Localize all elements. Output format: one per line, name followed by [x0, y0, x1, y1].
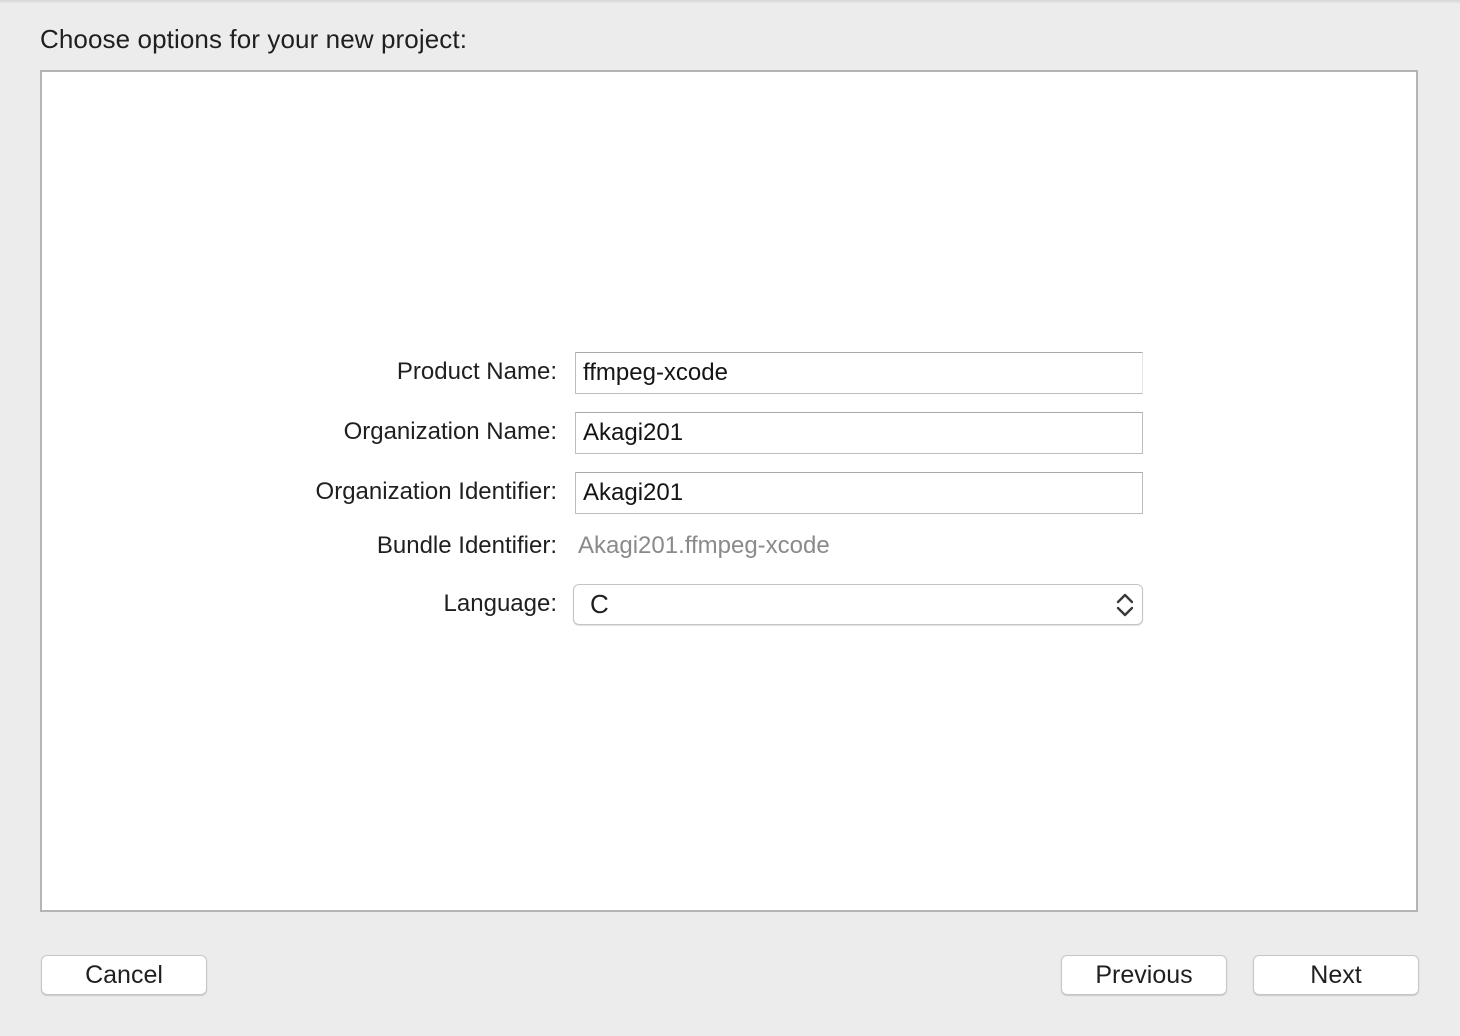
bundle-identifier-value: Akagi201.ffmpeg-xcode [578, 532, 830, 559]
language-selected-value: C [590, 589, 609, 619]
organization-identifier-label: Organization Identifier: [315, 478, 557, 505]
language-popup[interactable]: C [573, 584, 1143, 625]
previous-button[interactable]: Previous [1061, 955, 1227, 995]
bundle-identifier-label: Bundle Identifier: [376, 532, 557, 559]
up-down-chevron-icon [1114, 591, 1136, 619]
page-title: Choose options for your new project: [40, 24, 468, 54]
cancel-button[interactable]: Cancel [41, 955, 207, 995]
new-project-options-sheet: Choose options for your new project: Pro… [0, 0, 1460, 1036]
window-top-edge [0, 0, 1460, 4]
product-name-label: Product Name: [396, 358, 557, 385]
organization-identifier-field[interactable]: Akagi201 [575, 472, 1143, 514]
language-label: Language: [443, 590, 557, 617]
next-button[interactable]: Next [1253, 955, 1419, 995]
product-name-field[interactable]: ffmpeg-xcode [575, 352, 1143, 394]
organization-name-field[interactable]: Akagi201 [575, 412, 1143, 454]
organization-name-label: Organization Name: [343, 418, 557, 445]
